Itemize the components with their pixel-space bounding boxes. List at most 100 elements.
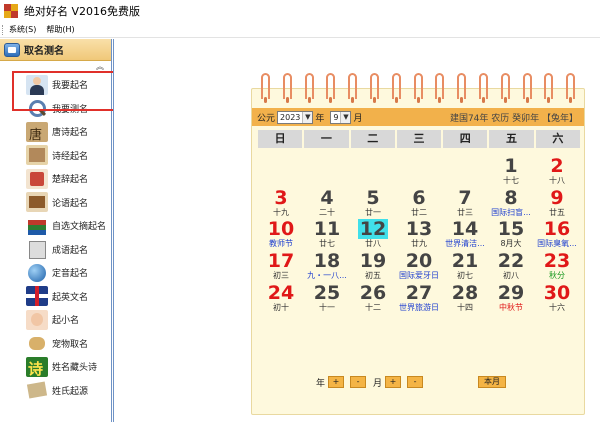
day-number: 1 — [504, 155, 518, 177]
lunar-date: 教师节 — [269, 239, 293, 249]
sidebar-item-label: 起英文名 — [52, 292, 89, 303]
day-number: 18 — [313, 249, 341, 272]
lunar-date: 初五 — [365, 270, 381, 280]
footer-month-label: 月 — [373, 378, 383, 389]
month-select[interactable]: 9 ▼ — [330, 110, 352, 124]
weekday-header: 日 — [258, 130, 303, 148]
sidebar-item[interactable]: 起英文名 — [0, 285, 111, 309]
this-month-button[interactable]: 本月 — [478, 376, 507, 388]
sidebar-item-label: 成语起名 — [52, 245, 89, 256]
day-cell[interactable]: 23 秋分 — [534, 251, 580, 283]
day-cell[interactable]: 28 十四 — [442, 283, 488, 315]
chevron-down-icon[interactable]: ▼ — [302, 111, 313, 123]
day-cell[interactable]: 8 国际扫盲... — [488, 188, 534, 220]
chuci-icon — [26, 168, 48, 189]
sidebar-item-label: 我要起名 — [52, 81, 89, 92]
day-number: 14 — [451, 218, 479, 241]
day-cell[interactable]: 18 九・一八... — [304, 251, 350, 283]
day-cell[interactable]: 16 国际臭氧... — [534, 219, 580, 251]
day-cell[interactable]: 10 教师节 — [258, 219, 304, 251]
day-cell[interactable]: 13 廿九 — [396, 219, 442, 251]
lunar-date: 十二 — [365, 302, 381, 312]
day-number: 5 — [366, 186, 380, 209]
sidebar-item[interactable]: 成语起名 — [0, 238, 111, 262]
year-plus-button[interactable]: + — [328, 376, 345, 388]
calendar-header: 公元 2023 ▼ 年 9 ▼ 月 建国74年 农历 癸卯年 【兔年】 — [252, 108, 584, 126]
year-minus-button[interactable]: - — [350, 376, 367, 388]
menu-help[interactable]: 帮助(H) — [46, 24, 74, 35]
day-number: 30 — [543, 281, 571, 304]
chevron-up-icon[interactable]: ︽ — [95, 62, 105, 71]
empty-day-cell — [258, 156, 304, 188]
sidebar-item-label: 姓名藏头诗 — [52, 363, 98, 374]
person-icon — [26, 74, 48, 95]
day-cell[interactable]: 11 廿七 — [304, 219, 350, 251]
day-cell[interactable]: 27 世界旅游日 — [396, 283, 442, 315]
baby-icon — [26, 309, 48, 330]
empty-day-cell — [396, 156, 442, 188]
day-cell[interactable]: 19 初五 — [350, 251, 396, 283]
sidebar-item[interactable]: 宠物取名 — [0, 332, 111, 356]
day-number: 28 — [451, 281, 479, 304]
day-cell[interactable]: 26 十二 — [350, 283, 396, 315]
lunar-date: 廿五 — [549, 207, 565, 217]
day-cell[interactable]: 20 国际爱牙日 — [396, 251, 442, 283]
sidebar-item[interactable]: 起小名 — [0, 308, 111, 332]
lunar-date: 十九 — [273, 207, 289, 217]
sidebar-item[interactable]: 我要测名 — [0, 97, 111, 121]
day-cell[interactable]: 2 十八 — [534, 156, 580, 188]
sidebar-item[interactable]: 定音起名 — [0, 261, 111, 285]
day-cell[interactable]: 14 世界清洁... — [442, 219, 488, 251]
weekday-header: 一 — [304, 130, 349, 148]
lunar-date: 十六 — [549, 302, 565, 312]
day-number: 17 — [267, 249, 295, 272]
sidebar-item[interactable]: 自选文摘起名 — [0, 214, 111, 238]
day-cell[interactable]: 7 廿三 — [442, 188, 488, 220]
analects-icon — [26, 192, 48, 213]
sidebar-item-label: 唐诗起名 — [52, 128, 89, 139]
day-number: 3 — [274, 186, 288, 209]
day-cell[interactable]: 24 初十 — [258, 283, 304, 315]
sidebar-item[interactable]: 姓氏起源 — [0, 379, 111, 403]
sidebar-item[interactable]: 我要起名 — [0, 73, 111, 97]
day-cell[interactable]: 3 十九 — [258, 188, 304, 220]
day-cell[interactable]: 22 初八 — [488, 251, 534, 283]
day-cell[interactable]: 21 初七 — [442, 251, 488, 283]
day-cell[interactable]: 5 廿一 — [350, 188, 396, 220]
window-title: 绝对好名 V2016免费版 — [24, 5, 141, 18]
uk-flag-icon — [26, 286, 48, 307]
day-cell[interactable]: 17 初三 — [258, 251, 304, 283]
chevron-down-icon[interactable]: ▼ — [340, 111, 351, 123]
sidebar-item[interactable]: 楚辞起名 — [0, 167, 111, 191]
tang-poem-icon — [26, 121, 48, 142]
lunar-date: 国际爱牙日 — [399, 270, 439, 280]
sidebar-item[interactable]: 论语起名 — [0, 191, 111, 215]
day-number: 22 — [497, 249, 525, 272]
month-minus-button[interactable]: - — [407, 376, 424, 388]
day-cell[interactable]: 30 十六 — [534, 283, 580, 315]
sidebar-item[interactable]: 诗经起名 — [0, 144, 111, 168]
day-cell[interactable]: 9 廿五 — [534, 188, 580, 220]
sidebar-list: 我要起名我要测名唐诗起名诗经起名楚辞起名论语起名自选文摘起名成语起名定音起名起英… — [0, 73, 111, 402]
sidebar-item[interactable]: 姓名藏头诗 — [0, 355, 111, 379]
day-cell[interactable]: 4 二十 — [304, 188, 350, 220]
lunar-date: 国际臭氧... — [537, 239, 577, 249]
lunar-date: 廿九 — [411, 239, 427, 249]
day-cell[interactable]: 6 廿二 — [396, 188, 442, 220]
day-cell[interactable]: 25 十一 — [304, 283, 350, 315]
day-number: 7 — [458, 186, 472, 209]
day-cell[interactable]: 29 中秋节 — [488, 283, 534, 315]
day-number: 6 — [412, 186, 426, 209]
year-select[interactable]: 2023 ▼ — [277, 110, 314, 124]
sidebar-header[interactable]: 取名测名 — [0, 39, 111, 61]
lunar-date: 廿三 — [457, 207, 473, 217]
menu-system[interactable]: 系统(S) — [9, 24, 36, 35]
day-cell[interactable]: 12 廿八 — [350, 219, 396, 251]
poem-icon — [26, 356, 48, 377]
sidebar-item[interactable]: 唐诗起名 — [0, 120, 111, 144]
day-cell[interactable]: 1 十七 — [488, 156, 534, 188]
sidebar: 取名测名 ︽ 我要起名我要测名唐诗起名诗经起名楚辞起名论语起名自选文摘起名成语起… — [0, 39, 112, 422]
day-cell[interactable]: 15 8月大 — [488, 219, 534, 251]
month-plus-button[interactable]: + — [385, 376, 402, 388]
weekday-header: 六 — [535, 130, 580, 148]
